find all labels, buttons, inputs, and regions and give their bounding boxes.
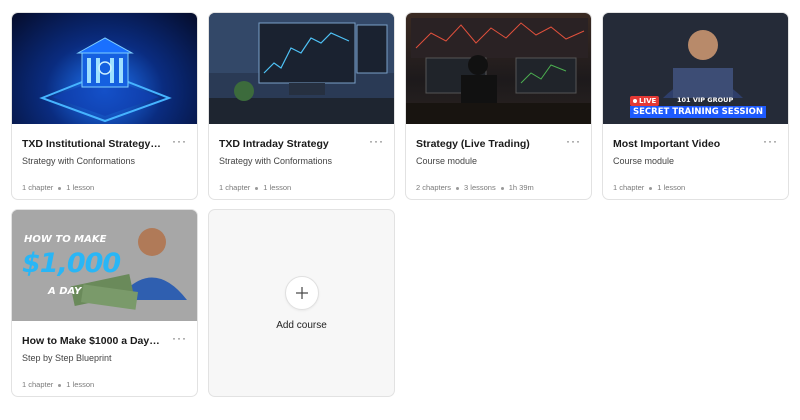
course-thumbnail <box>12 13 197 124</box>
course-subtitle: Strategy with Conformations <box>22 156 136 166</box>
live-dot-icon <box>633 99 637 103</box>
course-title[interactable]: Most Important Video <box>613 138 753 150</box>
secret-session-banner: SECRET TRAINING SESSION <box>630 106 766 118</box>
chapter-count: 1 chapter <box>613 183 645 192</box>
how-to-make-text: HOW TO MAKE <box>24 234 107 245</box>
course-meta: 1 chapter 1 lesson <box>22 380 94 389</box>
course-card[interactable]: TXD Intraday Strategy ··· Strategy with … <box>208 12 395 200</box>
chapter-count: 1 chapter <box>22 380 54 389</box>
add-course-card[interactable]: Add course <box>208 209 395 397</box>
more-options-icon[interactable]: ··· <box>172 134 187 148</box>
more-options-icon[interactable]: ··· <box>369 134 384 148</box>
amount-text: $1,000 <box>22 248 121 279</box>
course-meta: 1 chapter 1 lesson <box>22 183 94 192</box>
course-title[interactable]: TXD Institutional Strategy Bre... <box>22 138 162 150</box>
course-thumbnail <box>406 13 591 124</box>
vip-group-label: 101 VIP GROUP <box>677 96 734 104</box>
course-thumbnail <box>209 13 394 124</box>
course-subtitle: Strategy with Conformations <box>219 156 333 166</box>
a-day-text: A DAY <box>48 286 82 297</box>
more-options-icon[interactable]: ··· <box>172 331 187 345</box>
course-title[interactable]: How to Make $1000 a Day Tra... <box>22 335 162 347</box>
course-card[interactable]: Strategy (Live Trading) ··· Course modul… <box>405 12 592 200</box>
course-meta: 1 chapter 1 lesson <box>613 183 685 192</box>
more-options-icon[interactable]: ··· <box>763 134 778 148</box>
course-title[interactable]: TXD Intraday Strategy <box>219 138 359 150</box>
add-button[interactable] <box>284 275 319 310</box>
chapter-count: 2 chapters <box>416 183 452 192</box>
lesson-count: 1 lesson <box>66 380 95 389</box>
course-duration: 1h 39m <box>508 183 534 192</box>
add-course-label[interactable]: Add course <box>276 320 327 331</box>
course-thumbnail: HOW TO MAKE $1,000 A DAY <box>12 210 197 321</box>
course-title[interactable]: Strategy (Live Trading) <box>416 138 556 150</box>
course-thumbnail: LIVE 101 VIP GROUP SECRET TRAINING SESSI… <box>603 13 788 124</box>
lesson-count: 1 lesson <box>657 183 686 192</box>
course-meta: 1 chapter 1 lesson <box>219 183 291 192</box>
chapter-count: 1 chapter <box>219 183 251 192</box>
live-badge: LIVE <box>630 96 660 106</box>
lesson-count: 3 lessons <box>464 183 496 192</box>
lesson-count: 1 lesson <box>263 183 292 192</box>
course-subtitle: Course module <box>416 156 478 166</box>
course-card[interactable]: HOW TO MAKE $1,000 A DAY How to Make $10… <box>11 209 198 397</box>
course-subtitle: Course module <box>613 156 675 166</box>
course-grid: TXD Institutional Strategy Bre... ··· St… <box>11 12 789 397</box>
chapter-count: 1 chapter <box>22 183 54 192</box>
more-options-icon[interactable]: ··· <box>566 134 581 148</box>
plus-icon <box>295 286 308 299</box>
course-card[interactable]: LIVE 101 VIP GROUP SECRET TRAINING SESSI… <box>602 12 789 200</box>
course-card[interactable]: TXD Institutional Strategy Bre... ··· St… <box>11 12 198 200</box>
lesson-count: 1 lesson <box>66 183 95 192</box>
course-subtitle: Step by Step Blueprint <box>22 353 112 363</box>
course-meta: 2 chapters 3 lessons 1h 39m <box>416 183 534 192</box>
